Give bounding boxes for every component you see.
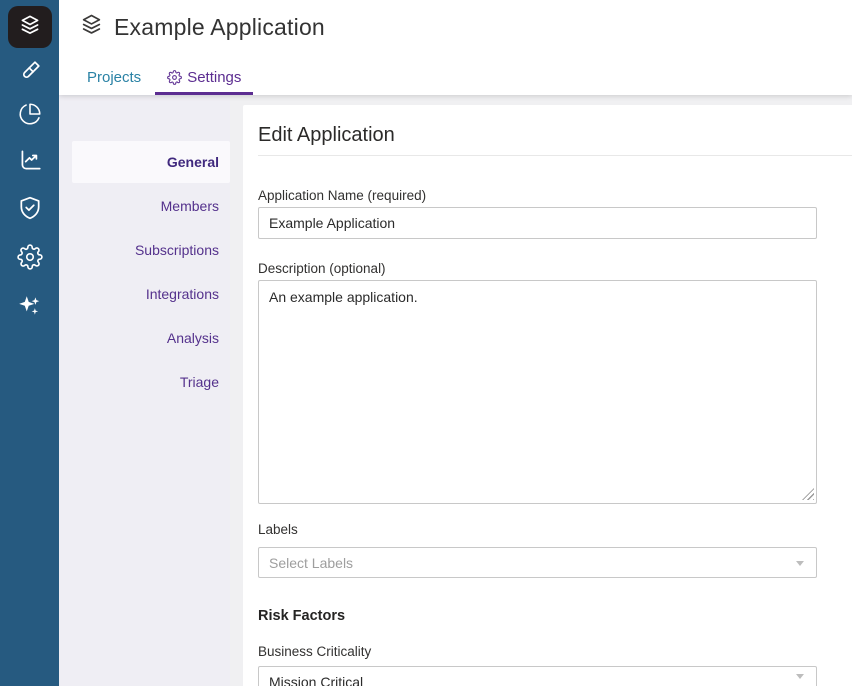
application-name-label: Application Name (required) <box>258 188 426 203</box>
settings-subnav: General Members Subscriptions Integratio… <box>59 95 230 686</box>
labels-select-placeholder: Select Labels <box>269 555 353 571</box>
sparkles-icon <box>17 293 43 324</box>
layers-icon <box>17 12 43 43</box>
rail-item-ai[interactable] <box>17 295 43 321</box>
business-criticality-select[interactable]: Mission Critical <box>258 666 817 686</box>
subnav-item-analysis[interactable]: Analysis <box>72 317 230 359</box>
business-criticality-value: Mission Critical <box>269 674 363 686</box>
app-brand: Example Application <box>78 11 325 43</box>
test-tube-icon <box>17 58 43 89</box>
icon-rail <box>0 0 59 686</box>
rail-item-reports[interactable] <box>17 103 43 129</box>
tab-projects[interactable]: Projects <box>75 62 153 95</box>
rail-item-security[interactable] <box>17 197 43 223</box>
labels-label: Labels <box>258 522 298 537</box>
chevron-down-icon <box>796 561 804 566</box>
line-chart-icon <box>17 147 43 178</box>
description-textarea[interactable]: An example application. <box>258 280 817 504</box>
heading-divider <box>258 155 852 156</box>
risk-factors-heading: Risk Factors <box>258 608 345 624</box>
labels-select[interactable]: Select Labels <box>258 547 817 578</box>
gear-icon <box>167 70 182 85</box>
subnav-item-subscriptions[interactable]: Subscriptions <box>72 229 230 271</box>
app-header: Example Application Projects Settings <box>59 0 852 95</box>
tab-settings[interactable]: Settings <box>155 62 253 95</box>
gear-icon <box>17 244 43 275</box>
rail-item-analytics[interactable] <box>17 149 43 175</box>
edit-application-heading: Edit Application <box>258 124 395 147</box>
app-window: Example Application Projects Settings Ge… <box>0 0 852 686</box>
tab-projects-label: Projects <box>87 69 141 86</box>
business-criticality-label: Business Criticality <box>258 644 371 659</box>
page-title: Example Application <box>114 14 325 41</box>
subnav-item-general[interactable]: General <box>72 141 230 183</box>
tab-bar: Projects Settings <box>75 62 253 95</box>
subnav-item-integrations[interactable]: Integrations <box>72 273 230 315</box>
edit-application-card: Edit Application Application Name (requi… <box>243 105 852 686</box>
shield-check-icon <box>17 195 43 226</box>
layers-icon <box>78 11 105 43</box>
subnav-item-members[interactable]: Members <box>72 185 230 227</box>
subnav-item-triage[interactable]: Triage <box>72 361 230 403</box>
chevron-down-icon <box>796 674 804 679</box>
application-name-input[interactable] <box>258 207 817 239</box>
description-field-wrap: An example application. <box>258 280 817 504</box>
rail-item-testing[interactable] <box>17 60 43 86</box>
pie-chart-icon <box>17 101 43 132</box>
rail-item-settings[interactable] <box>17 246 43 272</box>
description-label: Description (optional) <box>258 261 386 276</box>
tab-settings-label: Settings <box>187 69 241 86</box>
main-content: Edit Application Application Name (requi… <box>230 95 852 686</box>
rail-item-application-active[interactable] <box>8 6 52 48</box>
